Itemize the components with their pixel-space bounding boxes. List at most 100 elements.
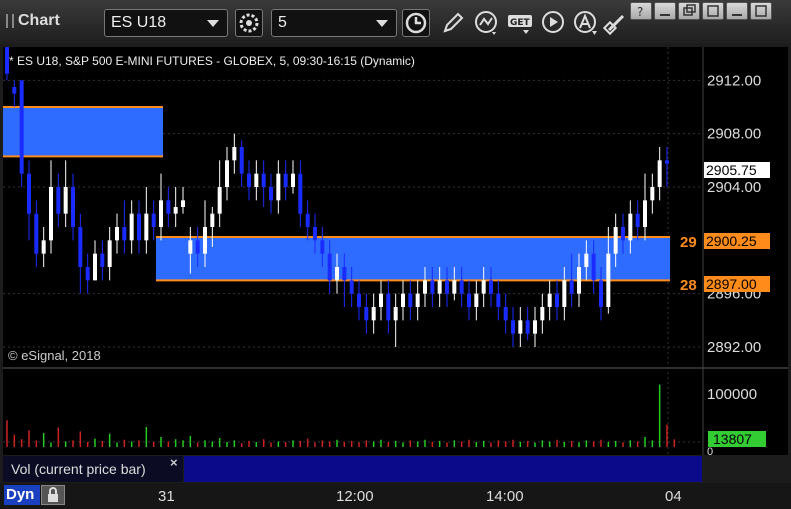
interval-select[interactable]: 5 [271,9,397,37]
link-icon[interactable] [603,10,629,36]
pencil-icon[interactable] [440,10,466,36]
volume-tick-label: 100000 [707,386,757,403]
candle-body-21 [159,200,163,227]
candle-body-75 [555,293,559,307]
candle-body-59 [437,280,442,294]
candle-body-12 [93,253,97,281]
level-low-label: 2897.00 [706,276,757,292]
play-icon[interactable] [541,10,567,36]
time-tick-3: 04 [665,488,682,505]
candle-body-55 [408,293,413,307]
candle-body-25 [188,240,193,254]
help-button[interactable]: ? [630,2,652,20]
maximize-button[interactable] [702,2,724,20]
close-study-icon[interactable]: × [170,455,178,470]
candle-body-38 [283,173,288,187]
window-minimize-button[interactable] [726,2,748,20]
candle-body-85 [628,213,633,241]
candle-body-36 [269,187,273,201]
candle-body-69 [511,320,515,334]
candle-body-42 [313,227,317,241]
candle-body-67 [496,293,501,307]
copyright-text: © eSignal, 2018 [8,348,101,363]
price-chart[interactable]: 2912.002908.002904.002896.002892.00 * ES… [3,47,788,509]
chart-description: * ES U18, S&P 500 E-MINI FUTURES - GLOBE… [9,54,415,68]
interval-value: 5 [278,14,287,31]
candle-body-40 [298,173,303,214]
price-tick-0: 2912.00 [707,72,761,89]
candle-body-27 [203,227,207,254]
last-price-label: 2905.75 [706,162,757,178]
candle-body-44 [327,253,332,281]
price-pane [3,47,703,367]
candle-body-80 [591,253,596,281]
gear-icon [239,13,259,33]
candle-body-6 [49,187,53,241]
candle-body-63 [467,293,471,307]
minimize-button[interactable] [654,2,676,20]
candle-body-61 [452,280,457,294]
candle-body-30 [225,160,229,187]
time-button[interactable] [402,9,430,37]
candle-body-62 [459,280,464,294]
candle-body-11 [85,267,90,281]
alert-icon[interactable] [573,10,599,36]
candle-body-72 [533,320,537,334]
candle-body-53 [393,307,398,321]
candle-body-17 [129,213,134,241]
candle-body-1 [12,87,17,94]
candle-body-81 [599,280,603,307]
candle-body-57 [423,280,427,294]
drag-grip-icon[interactable] [6,14,14,28]
minimize-icon [732,14,742,16]
candle-body-33 [247,173,251,187]
window-maximize-button[interactable] [750,2,772,20]
candle-body-90 [665,160,669,164]
candle-body-48 [357,293,361,307]
restore-button[interactable] [678,2,700,20]
candle-body-58 [430,280,435,294]
candle-body-26 [195,240,200,254]
candle-body-14 [107,240,112,267]
restore-icon [683,4,696,16]
candle-body-87 [643,200,647,227]
interval-dropdown-icon[interactable] [376,20,388,27]
candle-body-73 [540,307,545,321]
candle-body-45 [335,267,339,281]
study-icon[interactable] [474,10,500,36]
last-price-marker: 2905.75 [704,162,770,178]
time-tick-0: 31 [158,488,175,505]
maximize-icon [755,5,767,17]
get-data-icon[interactable]: GET [507,10,533,36]
level-high-marker: 29 2900.25 [680,233,770,251]
level-low-left-label: 28 [680,277,697,294]
svg-text:GET: GET [510,18,531,28]
zone-0 [3,107,163,157]
candle-body-34 [254,173,259,187]
candle-body-8 [63,187,68,214]
settings-button[interactable] [235,9,263,37]
candle-body-86 [635,213,640,227]
candle-body-28 [210,213,215,227]
question-icon: ? [637,5,643,19]
time-tick-1: 12:00 [336,488,374,505]
symbol-select[interactable]: ES U18 [104,9,228,37]
candle-body-71 [525,320,530,334]
dynamic-button[interactable]: Dyn [4,485,40,505]
volume-last-label: 13807 [713,431,752,447]
candle-body-35 [261,173,266,187]
svg-text:?: ? [637,5,643,19]
candle-body-46 [342,267,347,281]
candle-body-64 [474,293,479,307]
level-high-label: 2900.25 [706,233,757,249]
price-tick-4: 2892.00 [707,339,761,356]
lock-button[interactable] [41,485,65,505]
volume-last-marker: 13807 [708,431,766,447]
candle-body-41 [305,213,310,227]
candle-body-7 [56,187,61,214]
maximize-icon [707,5,719,17]
candle-body-24 [181,200,185,207]
candle-body-70 [518,320,523,334]
candle-body-83 [613,227,618,254]
symbol-dropdown-icon[interactable] [207,20,219,27]
